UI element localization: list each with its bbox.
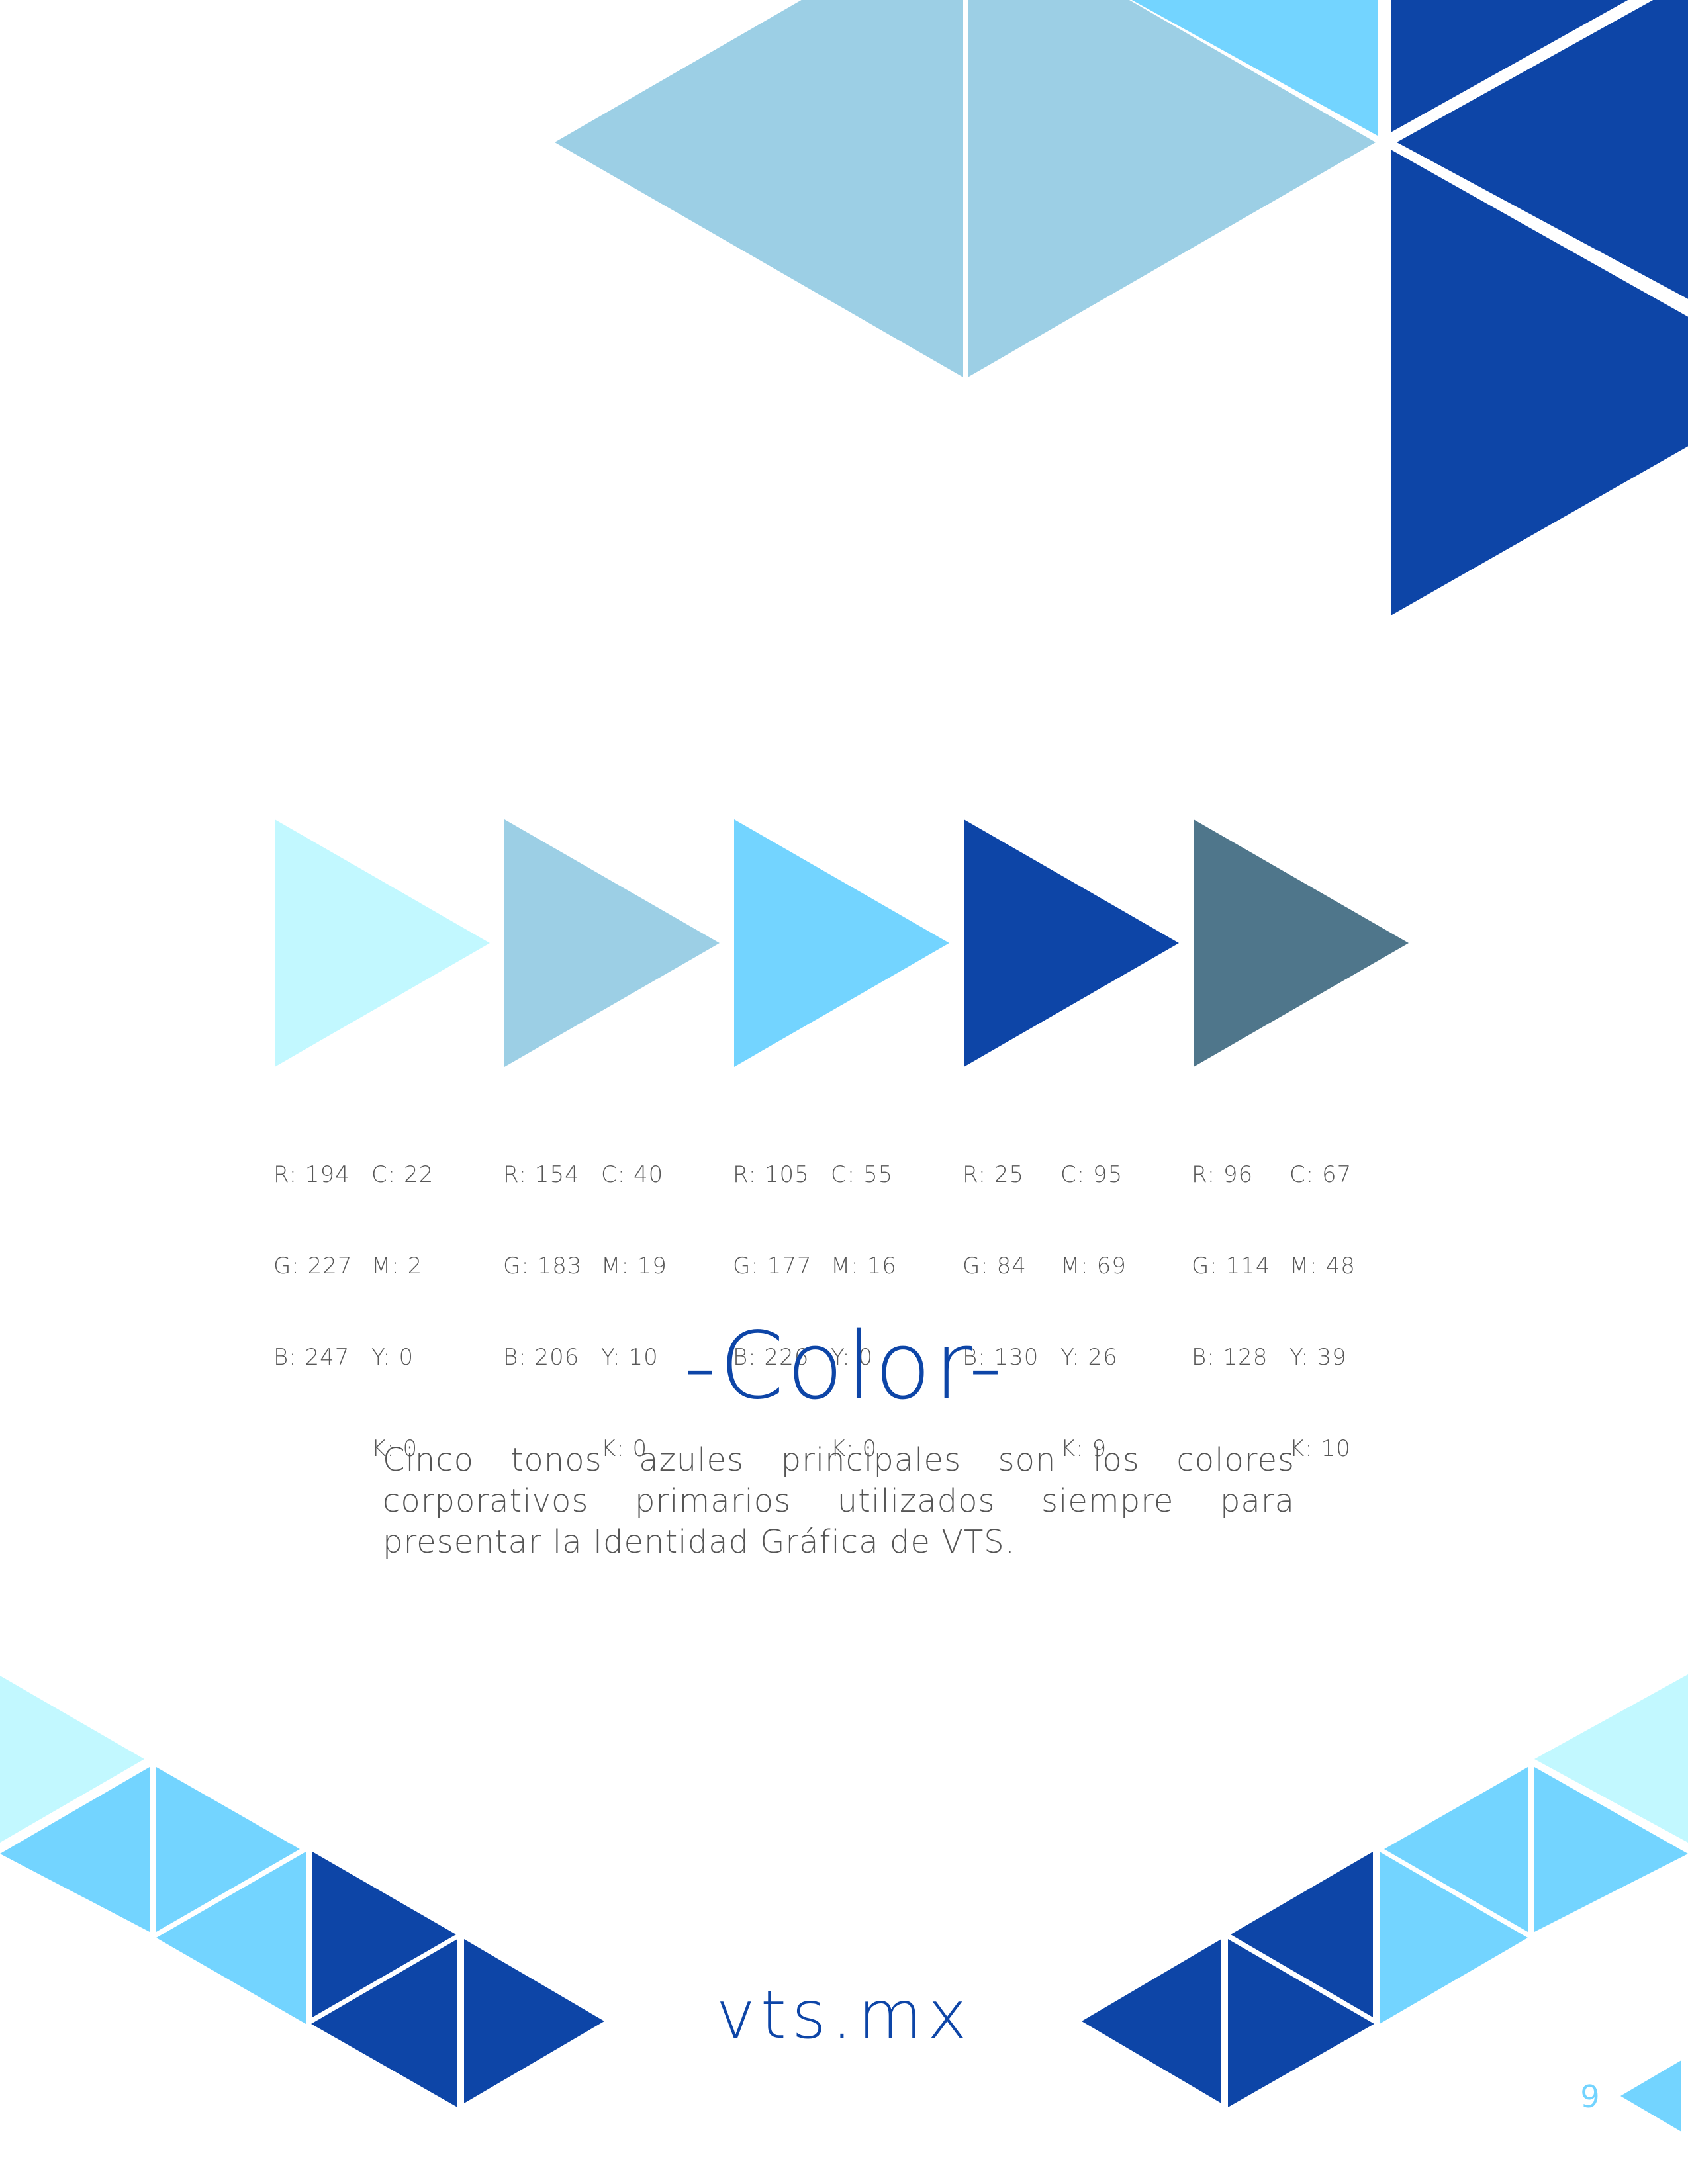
page-number: 9 [1580, 2079, 1600, 2115]
bottom-triangle-pattern [0, 1674, 1688, 2107]
brand-manual-page: R: 194 G: 227 B: 247 C: 22 M: 2 Y: 0 K: … [0, 0, 1688, 2184]
website-url: vts.mx [716, 1976, 972, 2054]
triangle-right-icon [1620, 2060, 1681, 2132]
